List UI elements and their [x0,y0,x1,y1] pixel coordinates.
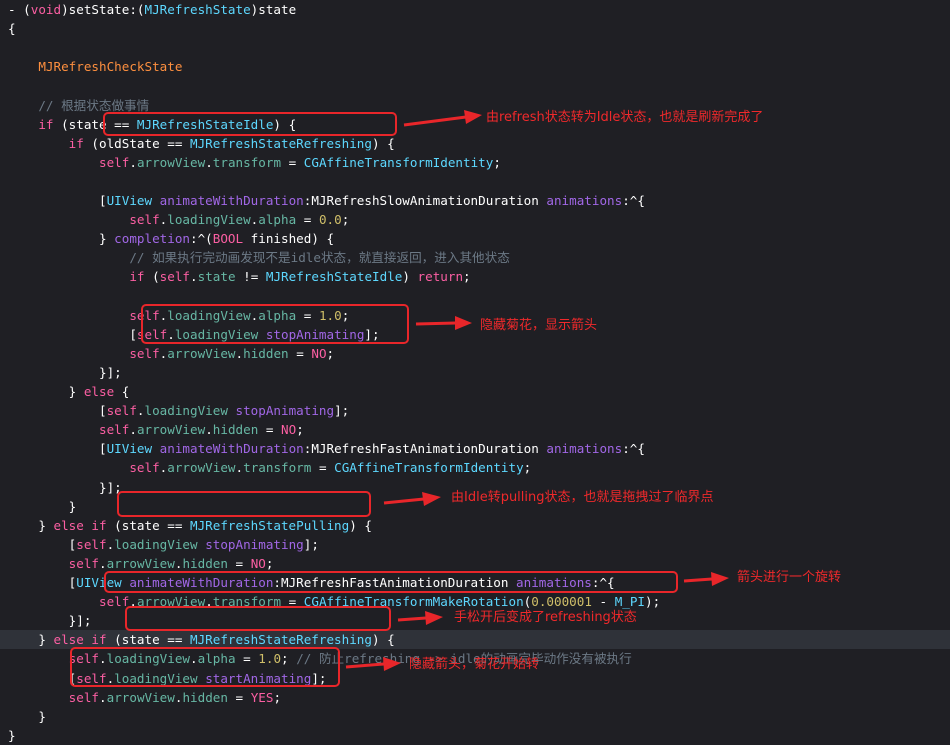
arrow-5 [397,616,427,622]
annotation-note-1: 由refresh状态转为Idle状态，也就是刷新完成了 [486,110,764,125]
arrow-2 [415,321,457,326]
annotation-note-3: 由Idle转pulling状态，也就是拖拽过了临界点 [451,490,714,505]
arrowhead-2 [455,316,472,330]
arrowhead-1 [464,110,482,124]
arrowhead-4 [711,572,729,586]
annotation-note-5: 手松开后变成了refreshing状态 [454,610,637,625]
arrow-6 [345,662,385,669]
code-line[interactable]: } [0,726,950,745]
arrowhead-6 [383,657,401,671]
annotation-note-2: 隐藏菊花，显示箭头 [480,318,598,333]
arrow-4 [683,577,713,583]
annotation-note-4: 箭头进行一个旋转 [737,570,842,585]
code-token: } [8,727,16,743]
annotation-note-6: 隐藏箭头，菊花开始转 [409,657,540,672]
arrow-1 [403,115,467,127]
arrow-3 [383,497,425,505]
arrowhead-5 [425,611,443,625]
arrowhead-3 [422,492,441,506]
